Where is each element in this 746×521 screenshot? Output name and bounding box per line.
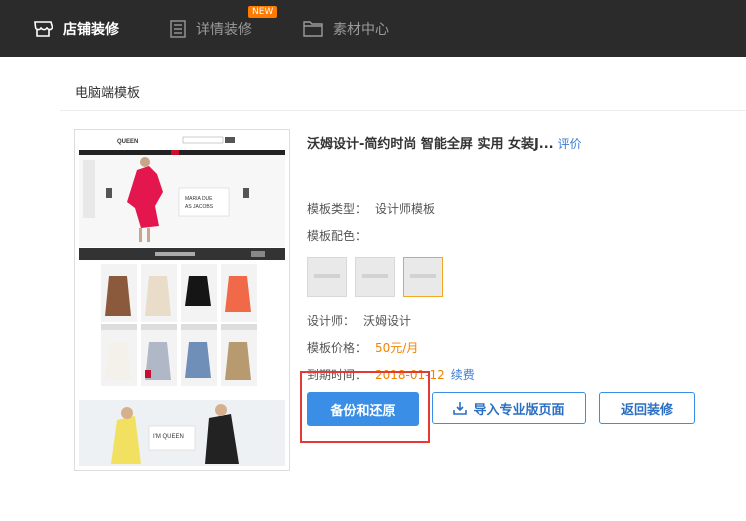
section-title: 电脑端模板 xyxy=(75,86,141,101)
evaluate-link[interactable]: 评价 xyxy=(558,137,582,151)
import-icon xyxy=(453,402,468,415)
template-preview-image: QUEEN MARIA DUE AS JACOBS I'M QUEEN xyxy=(75,130,289,470)
color-swatch-selected[interactable] xyxy=(403,257,443,297)
preview-banner-text: I'M QUEEN xyxy=(153,434,184,440)
tab-label: 详情装修 xyxy=(196,21,252,38)
preview-brand: QUEEN xyxy=(117,139,138,145)
designer-value: 沃姆设计 xyxy=(363,314,412,328)
price-row: 模板价格： 50元/月 xyxy=(307,339,418,356)
template-color-label: 模板配色： xyxy=(307,229,368,243)
tab-detail-decoration[interactable]: 详情装修 xyxy=(170,0,252,57)
tab-store-decoration[interactable]: 店铺装修 xyxy=(33,0,119,57)
color-swatch[interactable] xyxy=(307,257,347,297)
new-badge: NEW xyxy=(248,6,278,18)
tab-label: 店铺装修 xyxy=(63,21,119,38)
renew-link[interactable]: 续费 xyxy=(451,368,475,382)
template-title: 沃姆设计-简约时尚 智能全屏 实用 女装J... 评价 xyxy=(307,133,582,152)
template-type-label: 模板类型： xyxy=(307,202,368,216)
preview-hero-line1: MARIA DUE xyxy=(185,196,213,202)
preview-hero-line2: AS JACOBS xyxy=(185,204,214,210)
import-pro-page-button[interactable]: 导入专业版页面 xyxy=(432,392,586,424)
divider xyxy=(60,110,746,111)
tab-label: 素材中心 xyxy=(333,21,389,38)
highlight-annotation xyxy=(300,371,430,443)
template-type-value: 设计师模板 xyxy=(375,202,436,216)
template-title-text: 沃姆设计-简约时尚 智能全屏 实用 女装J... xyxy=(307,137,554,152)
store-icon xyxy=(34,20,53,37)
tab-material-center[interactable]: 素材中心 xyxy=(303,0,389,57)
color-swatch[interactable] xyxy=(355,257,395,297)
designer-label: 设计师： xyxy=(307,314,356,328)
price-value: 50元/月 xyxy=(375,341,419,355)
folder-icon xyxy=(303,21,323,37)
designer-row: 设计师： 沃姆设计 xyxy=(307,312,411,329)
import-button-label: 导入专业版页面 xyxy=(473,401,565,417)
template-color-row: 模板配色： xyxy=(307,227,367,244)
top-nav-bar: 店铺装修 详情装修 NEW 素材中心 xyxy=(0,0,746,57)
template-type-row: 模板类型： 设计师模板 xyxy=(307,200,435,217)
price-label: 模板价格： xyxy=(307,341,368,355)
template-thumbnail[interactable]: QUEEN MARIA DUE AS JACOBS I'M QUEEN xyxy=(74,129,290,471)
list-icon xyxy=(170,19,186,38)
back-to-decoration-button[interactable]: 返回装修 xyxy=(599,392,695,424)
